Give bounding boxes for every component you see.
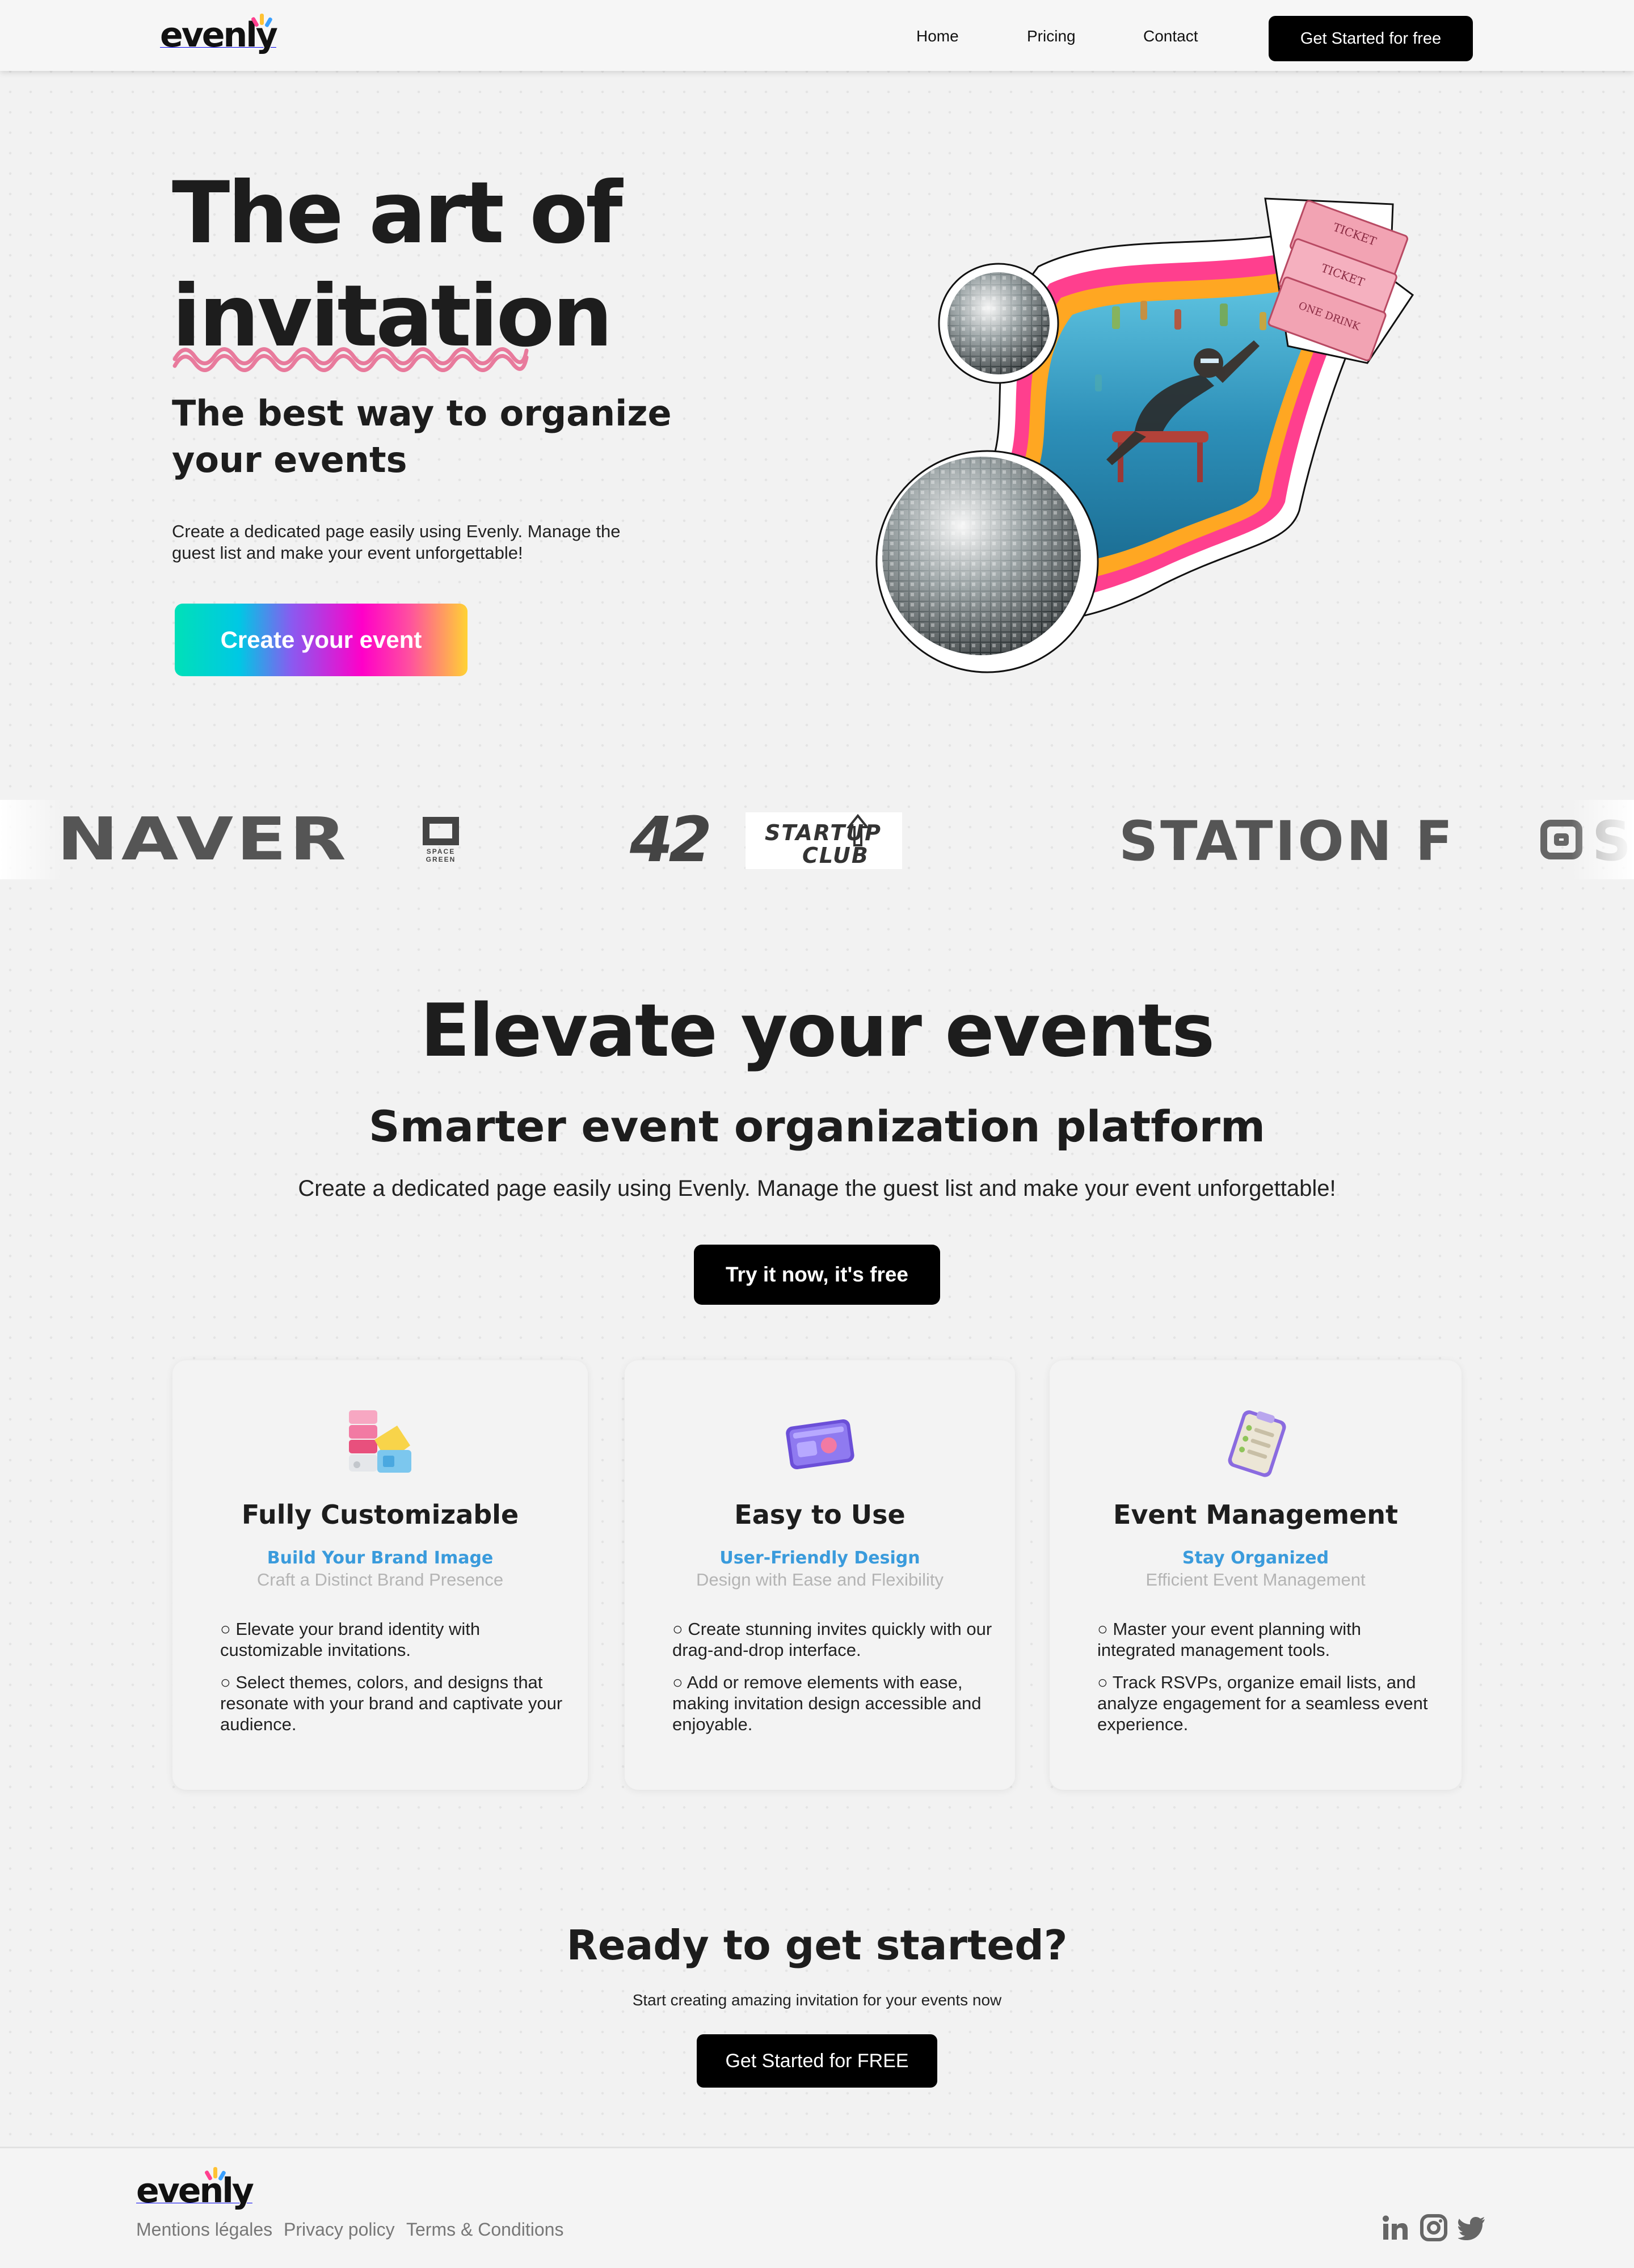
- browser-window-icon: [786, 1419, 854, 1469]
- card-title: Event Management: [1113, 1499, 1398, 1530]
- space-green-line2: GREEN: [426, 855, 456, 863]
- card-kicker: User-Friendly Design: [719, 1548, 920, 1568]
- hero-illustration: TICKET TICKET ONE DRINK: [875, 197, 1414, 673]
- nav-link-home[interactable]: Home: [916, 25, 959, 48]
- get-started-button[interactable]: Get Started for free: [1269, 16, 1473, 61]
- card-bullet: ○ Add or remove elements with ease, maki…: [672, 1672, 982, 1734]
- space-green-mark: [423, 817, 459, 845]
- partner-logo-space-green: SPACE GREEN: [421, 817, 461, 863]
- footer-link-privacy[interactable]: Privacy policy: [284, 2218, 395, 2241]
- card-bullet: ○ Elevate your brand identity with custo…: [220, 1619, 481, 1660]
- cta-title: Ready to get started?: [566, 1921, 1068, 1969]
- space-green-line1: SPACE: [426, 848, 456, 855]
- palette-icon: [349, 1410, 411, 1473]
- nav-link-contact[interactable]: Contact: [1143, 25, 1198, 48]
- navbar: evenly Home Pricing Contact Get Started …: [0, 0, 1634, 71]
- strip-fade-left: [0, 800, 62, 879]
- logo[interactable]: evenly: [160, 12, 278, 58]
- get-started-free-button[interactable]: Get Started for FREE: [697, 2034, 937, 2088]
- features-subtitle: Smarter event organization platform: [368, 1101, 1266, 1152]
- card-bullet: ○ Track RSVPs, organize email lists, and…: [1097, 1672, 1428, 1734]
- card-kicker: Build Your Brand Image: [267, 1548, 494, 1568]
- card-bullet-list: ○ Create stunning invites quickly with o…: [672, 1618, 992, 1746]
- strip-fade-right: [1572, 800, 1634, 879]
- card-bullet-list: ○ Elevate your brand identity with custo…: [220, 1618, 565, 1746]
- linkedin-icon[interactable]: [1381, 2214, 1409, 2242]
- partner-logo-station-f: STATION F: [1119, 810, 1455, 873]
- card-kicker: Stay Organized: [1182, 1548, 1329, 1568]
- create-event-button[interactable]: Create your event: [175, 604, 468, 676]
- card-kicker-secondary: Design with Ease and Flexibility: [696, 1570, 944, 1590]
- card-bullet: ○ Select themes, colors, and designs tha…: [220, 1672, 563, 1734]
- footer-link-legal[interactable]: Mentions légales: [136, 2218, 272, 2241]
- logo-sparkle-icon: [251, 14, 272, 27]
- card-kicker-secondary: Craft a Distinct Brand Presence: [256, 1570, 504, 1590]
- hero-title: The art of invitation: [172, 162, 622, 368]
- footer-logo[interactable]: evenly: [136, 2167, 254, 2214]
- partner-logo-startup-club: STARTUP CLUB: [746, 812, 902, 869]
- card-bullet: ○ Create stunning invites quickly with o…: [672, 1619, 992, 1660]
- arrow-up-icon: [847, 813, 869, 846]
- features-title: Elevate your events: [420, 989, 1215, 1073]
- hero-subtitle: The best way to organize your events: [172, 393, 672, 480]
- card-bullet: ○ Master your event planning with integr…: [1097, 1619, 1362, 1660]
- card-bullet-list: ○ Master your event planning with integr…: [1097, 1618, 1439, 1746]
- feature-card-easy-to-use: Easy to Use User-Friendly Design Design …: [625, 1360, 1015, 1790]
- footer-logo-wordmark: evenly: [136, 2171, 254, 2211]
- try-it-free-button[interactable]: Try it now, it's free: [694, 1245, 940, 1305]
- card-kicker-secondary: Efficient Event Management: [1146, 1570, 1366, 1590]
- partner-logo-naver: NAVER: [57, 804, 349, 874]
- twitter-icon[interactable]: [1458, 2214, 1486, 2242]
- squiggle-underline-icon: [172, 347, 529, 372]
- footer-link-terms[interactable]: Terms & Conditions: [406, 2218, 563, 2241]
- feature-card-customizable: Fully Customizable Build Your Brand Imag…: [172, 1360, 588, 1790]
- cta-subtitle: Start creating amazing invitation for yo…: [632, 1991, 1002, 2009]
- card-title: Easy to Use: [734, 1499, 906, 1530]
- logo-sparkle-icon: [205, 2167, 226, 2181]
- features-description: Create a dedicated page easily using Eve…: [298, 1176, 1336, 1201]
- nav-link-pricing[interactable]: Pricing: [1027, 25, 1076, 48]
- feature-card-event-management: Event Management Stay Organized Efficien…: [1050, 1360, 1462, 1790]
- partner-logo-42: 42: [630, 803, 712, 876]
- card-title: Fully Customizable: [241, 1499, 519, 1530]
- instagram-icon[interactable]: [1420, 2214, 1448, 2242]
- hero-title-line1: The art of: [172, 164, 622, 263]
- checklist-icon: [1228, 1410, 1286, 1477]
- hero-description: Create a dedicated page easily using Eve…: [172, 521, 621, 563]
